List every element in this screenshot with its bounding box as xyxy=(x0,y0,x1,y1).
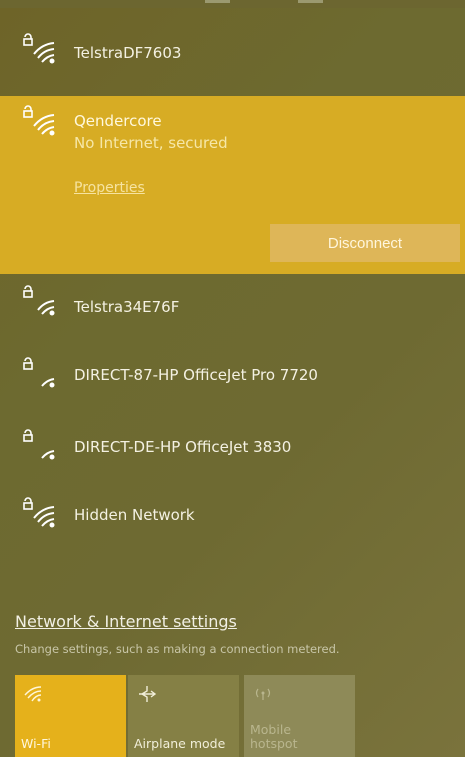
tile-label-line: Mobile xyxy=(250,722,292,737)
properties-link[interactable]: Properties xyxy=(74,180,145,196)
secured-wifi-icon xyxy=(22,428,62,462)
secured-wifi-icon xyxy=(22,284,62,318)
tile-label: Mobile hotspot xyxy=(250,723,297,751)
airplane-mode-tile[interactable]: Airplane mode xyxy=(128,675,239,757)
network-name: Qendercore xyxy=(74,112,162,130)
disconnect-button[interactable]: Disconnect xyxy=(270,224,460,262)
secured-wifi-icon xyxy=(22,356,62,390)
hotspot-icon xyxy=(252,683,274,705)
top-indicator xyxy=(298,0,323,3)
network-item[interactable]: Hidden Network xyxy=(0,496,465,536)
network-name: TelstraDF7603 xyxy=(74,44,182,62)
secured-wifi-icon xyxy=(22,32,62,66)
tile-label: Airplane mode xyxy=(134,736,226,751)
mobile-hotspot-tile[interactable]: Mobile hotspot xyxy=(244,675,355,757)
network-settings-description: Change settings, such as making a connec… xyxy=(15,642,340,656)
network-item[interactable]: DIRECT-87-HP OfficeJet Pro 7720 xyxy=(0,356,465,396)
secured-wifi-icon xyxy=(22,104,62,138)
wifi-toggle-tile[interactable]: Wi-Fi xyxy=(15,675,126,757)
tile-label: Wi-Fi xyxy=(21,736,51,751)
network-name: Telstra34E76F xyxy=(74,298,180,316)
secured-wifi-icon xyxy=(22,496,62,530)
top-edge xyxy=(0,0,465,8)
network-item[interactable]: DIRECT-DE-HP OfficeJet 3830 xyxy=(0,428,465,468)
network-item[interactable]: TelstraDF7603 xyxy=(0,32,465,72)
wifi-icon xyxy=(23,683,45,705)
airplane-icon xyxy=(136,683,158,705)
network-name: DIRECT-87-HP OfficeJet Pro 7720 xyxy=(74,366,318,384)
tile-label-line: hotspot xyxy=(250,736,298,751)
network-name: DIRECT-DE-HP OfficeJet 3830 xyxy=(74,438,292,456)
top-indicator xyxy=(205,0,230,3)
network-item[interactable]: Telstra34E76F xyxy=(0,284,465,324)
network-status: No Internet, secured xyxy=(74,134,228,152)
network-name: Hidden Network xyxy=(74,506,195,524)
network-settings-link[interactable]: Network & Internet settings xyxy=(15,612,237,631)
